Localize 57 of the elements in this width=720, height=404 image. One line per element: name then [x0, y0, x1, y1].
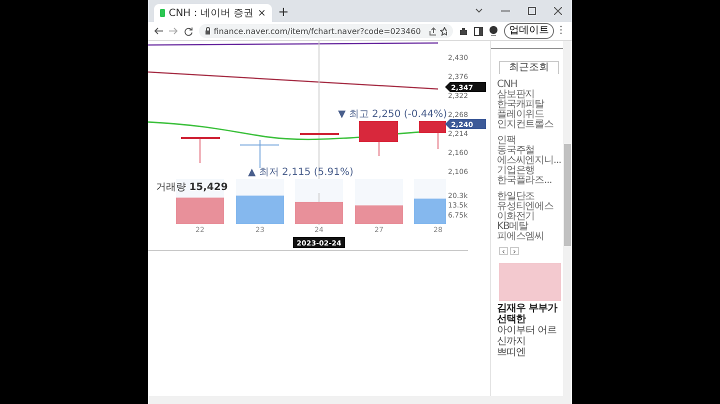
- vertical-scrollbar[interactable]: [563, 41, 572, 396]
- tab-close-button[interactable]: ×: [258, 8, 266, 18]
- address-field[interactable]: finance.naver.com/item/fchart.naver?code=023460: [199, 24, 453, 38]
- horizontal-scrollbar[interactable]: [148, 396, 572, 404]
- stock-link[interactable]: 한국플라즈...: [497, 176, 564, 186]
- pager-button[interactable]: ›: [510, 247, 519, 255]
- tab-title: CNH : 네이버 증권: [168, 7, 254, 20]
- volume-bar: [295, 202, 343, 224]
- new-tab-button[interactable]: +: [278, 5, 289, 20]
- candle: [419, 121, 446, 150]
- side-panel-icon[interactable]: [474, 26, 483, 36]
- url-text: finance.naver.com/item/fchart.naver?code=023460: [214, 26, 421, 36]
- volume-bar: [355, 205, 403, 224]
- stock-link[interactable]: CNH: [497, 80, 564, 90]
- stock-link[interactable]: 이화전기: [497, 212, 564, 222]
- browser-tab[interactable]: CNH : 네이버 증권 ×: [154, 4, 272, 22]
- stock-link[interactable]: 에스씨엔지니...: [497, 156, 564, 166]
- high-price-note: ▼ 최고 2,250 (-0.44%): [338, 109, 448, 120]
- stock-link[interactable]: 동국주철: [497, 146, 564, 156]
- volume-label: 거래량 15,429: [156, 182, 228, 193]
- candle: [359, 121, 398, 156]
- chevron-down-icon[interactable]: [475, 8, 483, 14]
- volume-bar: [236, 196, 284, 224]
- low-price-note: ▲ 최저 2,115 (5.91%): [248, 167, 354, 178]
- stock-link[interactable]: 한국캐피탈: [497, 100, 564, 110]
- stock-link[interactable]: 한일단조: [497, 192, 564, 202]
- share-icon[interactable]: [428, 26, 436, 36]
- minimize-icon[interactable]: [501, 10, 510, 12]
- stock-link[interactable]: 기업은행: [497, 166, 564, 176]
- back-arrow-icon[interactable]: [154, 27, 163, 35]
- stock-link[interactable]: 유성티엔에스: [497, 202, 564, 212]
- lock-icon: [205, 27, 210, 35]
- candle: [181, 137, 220, 164]
- update-button[interactable]: 업데이트: [504, 23, 554, 39]
- ad-text: 아이부터 어르신까지: [496, 325, 558, 347]
- star-icon[interactable]: [440, 26, 447, 36]
- reload-icon[interactable]: [184, 26, 193, 36]
- stock-link[interactable]: 삼보판지: [497, 90, 564, 100]
- volume-bar: [176, 198, 224, 224]
- recent-view-tab[interactable]: 최근조회: [499, 61, 559, 74]
- stock-link[interactable]: 플레이위드: [497, 110, 564, 120]
- volume-bar: [414, 198, 446, 224]
- stock-link[interactable]: 피에스엠씨: [497, 232, 564, 242]
- profile-avatar-icon[interactable]: [489, 26, 498, 36]
- ad-text: 쁘띠엔: [496, 347, 526, 358]
- stock-link[interactable]: 인팩: [497, 136, 564, 146]
- ad-photo-placeholder: [499, 263, 561, 301]
- pager-button[interactable]: ‹: [499, 247, 508, 255]
- stock-link[interactable]: 인지컨트롤스: [497, 120, 564, 130]
- close-icon[interactable]: [554, 7, 562, 15]
- stock-link[interactable]: KB메탈: [497, 222, 564, 232]
- site-favicon-icon: [160, 9, 165, 17]
- candle: [240, 140, 280, 168]
- menu-button[interactable]: ⋮: [556, 25, 566, 37]
- puzzle-icon[interactable]: [459, 26, 468, 36]
- maximize-icon[interactable]: [528, 7, 536, 15]
- ad-text: 김재우 부부가 선택한: [496, 303, 558, 325]
